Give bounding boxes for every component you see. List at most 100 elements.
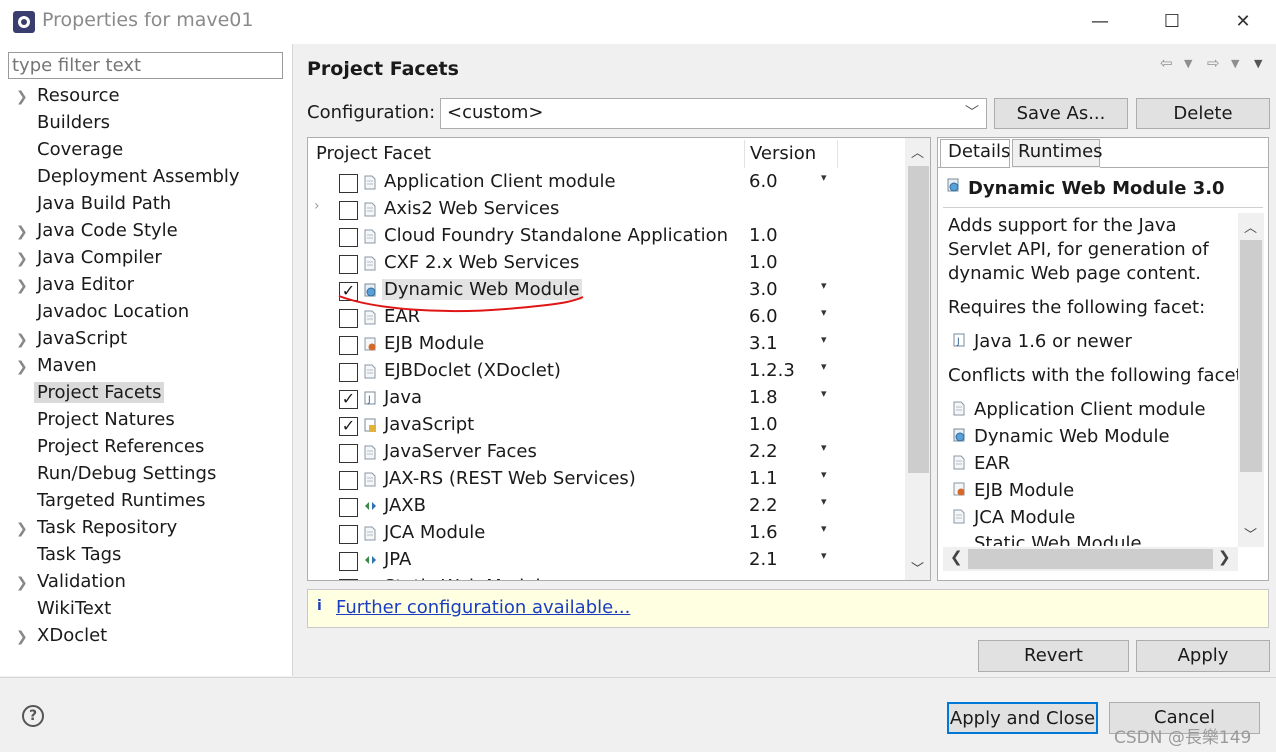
facet-checkbox[interactable] [339, 444, 358, 463]
facet-row[interactable]: JavaServer Faces 2.2 ▾ [308, 439, 906, 466]
forward-menu-icon[interactable]: ▼ [1231, 57, 1239, 70]
facet-version[interactable]: 1.2.3 [749, 360, 795, 381]
facet-checkbox[interactable] [339, 552, 358, 571]
scroll-up-icon[interactable]: ︿ [911, 142, 924, 161]
tree-item[interactable]: ❯ Java Compiler [0, 246, 293, 273]
tree-item[interactable]: Run/Debug Settings [0, 462, 293, 489]
close-button[interactable]: ✕ [1221, 6, 1265, 38]
delete-button[interactable]: Delete [1136, 98, 1270, 129]
chevron-right-icon[interactable]: ❯ [16, 628, 30, 646]
version-dropdown-icon[interactable]: ▾ [821, 279, 827, 292]
facet-row[interactable]: CXF 2.x Web Services 1.0 [308, 250, 906, 277]
facet-checkbox[interactable] [339, 525, 358, 544]
facet-row[interactable]: Cloud Foundry Standalone Application 1.0 [308, 223, 906, 250]
back-arrow-icon[interactable]: ⇦ [1160, 54, 1173, 72]
tree-item[interactable]: ❯ Validation [0, 570, 293, 597]
facet-checkbox[interactable] [339, 363, 358, 382]
facet-row[interactable]: JAX-RS (REST Web Services) 1.1 ▾ [308, 466, 906, 493]
view-menu-icon[interactable]: ▼ [1254, 57, 1262, 70]
tab-details[interactable]: Details [940, 139, 1010, 167]
version-dropdown-icon[interactable]: ▾ [821, 360, 827, 373]
tree-item[interactable]: Javadoc Location [0, 300, 293, 327]
tree-item[interactable]: ❯ Maven [0, 354, 293, 381]
facet-version[interactable]: 6.0 [749, 306, 778, 327]
save-as-button[interactable]: Save As... [994, 98, 1128, 129]
tree-item[interactable]: Builders [0, 111, 293, 138]
tree-item[interactable]: ❯ Resource [0, 84, 293, 111]
version-dropdown-icon[interactable]: ▾ [821, 333, 827, 346]
chevron-right-icon[interactable]: ❯ [16, 88, 30, 106]
facet-version[interactable]: 1.0 [749, 252, 778, 273]
scroll-up-icon[interactable]: ︿ [1244, 217, 1257, 236]
facet-row[interactable]: JAXB 2.2 ▾ [308, 493, 906, 520]
version-dropdown-icon[interactable]: ▾ [821, 495, 827, 508]
version-dropdown-icon[interactable]: ▾ [821, 171, 827, 184]
facet-version[interactable]: 1.8 [749, 387, 778, 408]
facet-row[interactable]: JPA 2.1 ▾ [308, 547, 906, 574]
tree-item[interactable]: Deployment Assembly [0, 165, 293, 192]
tree-item[interactable]: Project Facets [0, 381, 293, 408]
help-icon[interactable]: ? [22, 705, 44, 727]
facet-row[interactable]: EJBDoclet (XDoclet) 1.2.3 ▾ [308, 358, 906, 385]
facet-checkbox[interactable] [339, 579, 358, 580]
apply-button[interactable]: Apply [1136, 640, 1270, 672]
facet-row[interactable]: ✓ J Java 1.8 ▾ [308, 385, 906, 412]
facet-version[interactable]: 6.0 [749, 171, 778, 192]
facet-version[interactable]: 2.2 [749, 495, 778, 516]
chevron-right-icon[interactable]: ❯ [16, 574, 30, 592]
chevron-right-icon[interactable]: ❯ [16, 223, 30, 241]
forward-arrow-icon[interactable]: ⇨ [1207, 54, 1220, 72]
revert-button[interactable]: Revert [978, 640, 1129, 672]
tree-item[interactable]: Task Tags [0, 543, 293, 570]
facet-checkbox[interactable] [339, 201, 358, 220]
version-dropdown-icon[interactable]: ▾ [821, 441, 827, 454]
minimize-button[interactable]: — [1078, 6, 1122, 38]
tree-item[interactable]: Java Build Path [0, 192, 293, 219]
tree-item[interactable]: WikiText [0, 597, 293, 624]
tree-item[interactable]: Coverage [0, 138, 293, 165]
version-dropdown-icon[interactable]: ▾ [821, 468, 827, 481]
version-dropdown-icon[interactable]: ▾ [821, 306, 827, 319]
facet-row[interactable]: ✓ JavaScript 1.0 [308, 412, 906, 439]
facet-row[interactable]: › Axis2 Web Services [308, 196, 906, 223]
column-header-facet[interactable]: Project Facet [316, 143, 431, 164]
filter-input[interactable] [8, 52, 283, 79]
configuration-select[interactable]: <custom> [440, 98, 987, 129]
facet-row[interactable]: Application Client module 6.0 ▾ [308, 169, 906, 196]
version-dropdown-icon[interactable]: ▾ [821, 387, 827, 400]
chevron-down-icon[interactable]: ﹀ [965, 102, 979, 122]
tree-item[interactable]: ❯ Task Repository [0, 516, 293, 543]
further-configuration-link[interactable]: Further configuration available... [336, 597, 630, 618]
tree-item[interactable]: Project References [0, 435, 293, 462]
maximize-button[interactable]: ☐ [1150, 6, 1194, 38]
tree-item[interactable]: ❯ XDoclet [0, 624, 293, 651]
facet-version[interactable]: 3.0 [749, 279, 778, 300]
version-dropdown-icon[interactable]: ▾ [821, 549, 827, 562]
scroll-right-icon[interactable]: ❯ [1218, 548, 1231, 566]
chevron-right-icon[interactable]: ❯ [16, 520, 30, 538]
facet-row[interactable]: JCA Module 1.6 ▾ [308, 520, 906, 547]
chevron-right-icon[interactable]: ❯ [16, 331, 30, 349]
facet-checkbox[interactable] [339, 471, 358, 490]
facet-checkbox[interactable]: ✓ [339, 390, 358, 409]
scroll-left-icon[interactable]: ❮ [950, 548, 963, 566]
scrollbar-thumb[interactable] [908, 166, 929, 473]
details-hscroll-thumb[interactable] [968, 549, 1213, 569]
facet-version[interactable]: 3.1 [749, 333, 778, 354]
tree-item[interactable]: ❯ JavaScript [0, 327, 293, 354]
facet-version[interactable]: 1.0 [749, 414, 778, 435]
column-header-version[interactable]: Version [750, 143, 816, 164]
facet-checkbox[interactable] [339, 174, 358, 193]
details-vscroll-thumb[interactable] [1240, 240, 1262, 472]
apply-and-close-button[interactable]: Apply and Close [947, 702, 1098, 734]
facet-checkbox[interactable]: ✓ [339, 417, 358, 436]
facet-version[interactable]: 2.2 [749, 441, 778, 462]
facet-version[interactable]: 1.0 [749, 225, 778, 246]
scroll-down-icon[interactable]: ﹀ [1244, 524, 1257, 543]
facet-checkbox[interactable] [339, 255, 358, 274]
facet-version[interactable]: 1.1 [749, 468, 778, 489]
tree-item[interactable]: ❯ Java Editor [0, 273, 293, 300]
scroll-down-icon[interactable]: ﹀ [911, 558, 924, 577]
facet-version[interactable]: 2.1 [749, 549, 778, 570]
tree-item[interactable]: Project Natures [0, 408, 293, 435]
